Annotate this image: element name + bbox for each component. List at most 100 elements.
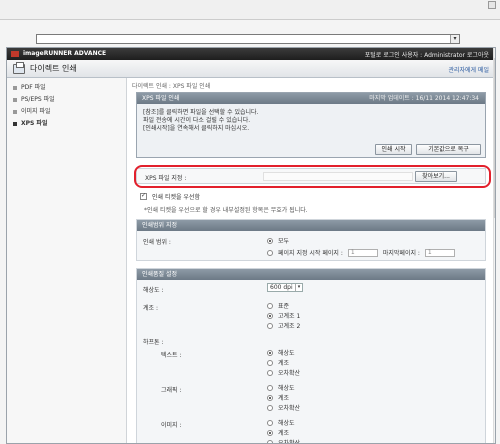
- vertical-scrollbar[interactable]: [493, 48, 495, 443]
- bullet-icon: [13, 98, 17, 102]
- bullet-icon: [13, 110, 17, 114]
- last-updated: 마지막 업데이트 : 16/11 2014 12:47:34: [369, 95, 479, 102]
- resolution-label: 해상도 :: [143, 287, 164, 294]
- page-title: 다이렉트 인쇄: [13, 61, 77, 74]
- radio-label: 해상도: [278, 350, 295, 357]
- image-option-resolution[interactable]: 해상도: [267, 418, 295, 427]
- highlight-outline: [134, 165, 491, 188]
- range-all-radio[interactable]: [267, 237, 273, 244]
- radio[interactable]: [267, 429, 273, 436]
- panel-header: XPS 파일 인쇄 마지막 업데이트 : 16/11 2014 12:47:34: [137, 93, 485, 104]
- radio-label: 해상도: [278, 385, 295, 392]
- main-content: 다이렉트 인쇄 : XPS 파일 인쇄 XPS 파일 인쇄 마지막 업데이트 :…: [132, 78, 492, 444]
- restore-defaults-button[interactable]: 기본값으로 복구: [416, 144, 481, 155]
- range-all-option[interactable]: 모두: [267, 236, 289, 245]
- gradation-label: 계조 :: [143, 305, 158, 312]
- scroll-up-button[interactable]: [488, 1, 496, 9]
- address-bar[interactable]: ▾: [36, 34, 460, 44]
- sidebar-item-label: 이미지 파일: [21, 108, 51, 115]
- app-window: imageRUNNER ADVANCE 포털로 로그인 사용자 : Admini…: [6, 47, 496, 444]
- radio-label: 고계조 2: [278, 323, 301, 330]
- radio[interactable]: [267, 369, 273, 376]
- gradation-option-high2[interactable]: 고계조 2: [267, 321, 300, 330]
- radio[interactable]: [267, 302, 273, 309]
- start-page-input[interactable]: 1: [347, 248, 378, 257]
- gradation-option-high1[interactable]: 고계조 1: [267, 311, 300, 320]
- brand-logo-icon: [11, 50, 19, 57]
- radio-label: 오차확산: [278, 440, 301, 444]
- radio-label: 표준: [278, 303, 290, 310]
- sidebar-item-label: PS/EPS 파일: [21, 96, 55, 103]
- sidebar-item-label: XPS 파일: [21, 120, 48, 127]
- text-option-gradation[interactable]: 계조: [267, 358, 289, 367]
- breadcrumb: 다이렉트 인쇄 : XPS 파일 인쇄: [132, 83, 211, 90]
- scrollbar-thumb[interactable]: [494, 58, 495, 218]
- range-pages-option[interactable]: 페이지 지정 시작 페이지 : 1 마지막페이지 : 1: [267, 248, 455, 257]
- graphics-option-diffusion[interactable]: 오차확산: [267, 403, 300, 412]
- radio-label: 계조: [278, 395, 290, 402]
- address-row: ▾: [0, 29, 500, 47]
- ticket-label: 인쇄 티켓을 우선함: [152, 194, 200, 201]
- panel-title: XPS 파일 인쇄: [142, 95, 180, 102]
- instruction-line: 파일 전송에 시간이 다소 걸릴 수 있습니다.: [143, 117, 251, 124]
- image-option-gradation[interactable]: 계조: [267, 428, 289, 437]
- text-label: 텍스트 :: [161, 352, 182, 359]
- radio-label: 오차확산: [278, 405, 301, 412]
- graphics-option-resolution[interactable]: 해상도: [267, 383, 295, 392]
- ticket-note: *인쇄 티켓을 우선으로 할 경우 내부설정된 항목은 무효가 됩니다.: [144, 207, 308, 214]
- image-label: 이미지 :: [161, 422, 182, 429]
- resolution-select[interactable]: 600 dpi ▾: [267, 283, 303, 292]
- radio-label: 모두: [278, 238, 290, 245]
- address-dropdown-icon[interactable]: ▾: [450, 35, 459, 43]
- brand-name: imageRUNNER ADVANCE: [23, 50, 107, 57]
- instructions: [참조]를 클릭하면 파일을 선택할 수 있습니다. 파일 전송에 시간이 다소…: [137, 104, 485, 138]
- manager-mail-link[interactable]: 관리자에게 메일: [448, 65, 489, 74]
- section-header: 인쇄범위 지정: [137, 220, 485, 231]
- sidebar-item-image[interactable]: 이미지 파일: [7, 106, 126, 118]
- instruction-line: [인쇄시작]을 연속해서 클릭하지 마십시오.: [143, 125, 250, 132]
- title-bar: 다이렉트 인쇄 관리자에게 메일: [7, 60, 495, 78]
- radio[interactable]: [267, 394, 273, 401]
- radio[interactable]: [267, 384, 273, 391]
- sidebar-item-pdf[interactable]: PDF 파일: [7, 82, 126, 94]
- start-print-button[interactable]: 인쇄 시작: [375, 144, 412, 155]
- text-option-diffusion[interactable]: 오차확산: [267, 368, 300, 377]
- bullet-icon: [13, 86, 17, 90]
- text-option-resolution[interactable]: 해상도: [267, 348, 295, 357]
- sidebar-item-label: PDF 파일: [21, 84, 46, 91]
- graphics-label: 그래픽 :: [161, 387, 182, 394]
- radio[interactable]: [267, 439, 273, 443]
- chevron-down-icon: ▾: [295, 284, 302, 291]
- resolution-value: 600 dpi: [270, 284, 293, 291]
- range-label: 인쇄 범위 :: [143, 239, 171, 246]
- sidebar-item-xps[interactable]: XPS 파일: [7, 118, 126, 130]
- graphics-option-gradation[interactable]: 계조: [267, 393, 289, 402]
- printer-icon: [13, 61, 25, 74]
- sidebar-item-ps-eps[interactable]: PS/EPS 파일: [7, 94, 126, 106]
- radio-label: 오차확산: [278, 370, 301, 377]
- radio[interactable]: [267, 322, 273, 329]
- radio[interactable]: [267, 404, 273, 411]
- instruction-line: [참조]를 클릭하면 파일을 선택할 수 있습니다.: [143, 109, 259, 116]
- image-option-diffusion[interactable]: 오차확산: [267, 438, 301, 444]
- browser-chrome: [0, 0, 500, 20]
- xps-print-panel: XPS 파일 인쇄 마지막 업데이트 : 16/11 2014 12:47:34…: [136, 92, 486, 158]
- ticket-option[interactable]: 인쇄 티켓을 우선함: [140, 192, 200, 201]
- section-header: 인쇄품질 설정: [137, 269, 485, 280]
- sidebar: PDF 파일 PS/EPS 파일 이미지 파일 XPS 파일: [7, 78, 127, 443]
- gradation-option-standard[interactable]: 표준: [267, 301, 289, 310]
- radio-label: 계조: [278, 430, 290, 437]
- radio[interactable]: [267, 312, 273, 319]
- brand: imageRUNNER ADVANCE: [11, 50, 106, 57]
- end-page-input[interactable]: 1: [424, 248, 455, 257]
- user-info[interactable]: 포털로 로그인 사용자 : Administrator 로그아웃: [365, 50, 489, 59]
- range-pages-radio[interactable]: [267, 249, 273, 256]
- bullet-icon: [13, 122, 17, 126]
- top-bar: imageRUNNER ADVANCE 포털로 로그인 사용자 : Admini…: [7, 48, 495, 60]
- radio[interactable]: [267, 419, 273, 426]
- radio-label: 페이지 지정 시작 페이지 :: [278, 250, 343, 257]
- ticket-checkbox[interactable]: [140, 192, 147, 200]
- radio[interactable]: [267, 349, 273, 356]
- radio[interactable]: [267, 359, 273, 366]
- radio-label: 고계조 1: [278, 313, 301, 320]
